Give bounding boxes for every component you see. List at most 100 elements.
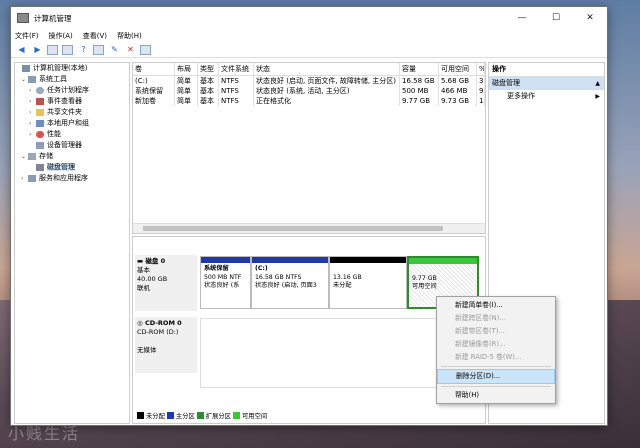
users-icon <box>36 119 44 127</box>
tree-item-disk-management[interactable]: 磁盘管理 <box>15 162 129 173</box>
disk-icon <box>36 163 44 171</box>
tree-item-device-manager[interactable]: 设备管理器 <box>15 140 129 151</box>
storage-icon <box>28 152 36 160</box>
disk-0-size: 40.00 GB <box>137 275 168 283</box>
tree-item-root[interactable]: 计算机管理(本地) <box>15 63 129 74</box>
horizontal-scrollbar[interactable] <box>133 223 485 233</box>
legend-label: 可用空间 <box>241 412 268 420</box>
chevron-right-icon[interactable]: › <box>29 107 36 118</box>
export-list-icon[interactable] <box>140 44 151 55</box>
chevron-right-icon: ▶ <box>595 93 600 100</box>
legend-swatch-primary <box>166 411 174 419</box>
column-header[interactable]: 卷 <box>133 63 175 75</box>
tree-item-shared-folders[interactable]: › 共享文件夹 <box>15 107 129 118</box>
menu-item-new-spanned-volume[interactable]: 新建跨区卷(N)... <box>437 312 555 325</box>
actions-header: 操作 <box>489 63 604 77</box>
help-icon[interactable]: ? <box>77 44 90 55</box>
disk-0-name: ▬ 磁盘 0 <box>137 257 166 265</box>
menu-item-new-mirrored-volume[interactable]: 新建镜像卷(R)... <box>437 338 555 351</box>
menu-item-new-raid5-volume[interactable]: 新建 RAID-5 卷(W)... <box>437 351 555 364</box>
column-header[interactable]: 容量 <box>400 63 439 75</box>
legend-swatch-extended <box>196 411 204 419</box>
computer-icon <box>22 64 30 72</box>
disk-0-status: 联机 <box>137 284 150 292</box>
properties-icon[interactable] <box>62 44 73 55</box>
column-header[interactable]: 可用空间 <box>439 63 477 75</box>
tree-item-local-users[interactable]: › 本地用户和组 <box>15 118 129 129</box>
cdrom-0-row: ◎ CD-ROM 0 CD-ROM (D:) 无媒体 <box>133 315 479 388</box>
toolbar: ◀ ▶ ? ✎ ✕ <box>11 42 607 58</box>
chevron-right-icon[interactable]: › <box>29 96 36 107</box>
volume-list-header: 卷 布局 类型 文件系统 状态 容量 可用空间 % <box>133 63 485 76</box>
partition-system-reserved[interactable]: 系统保留 500 MB NTF 状态良好 (系 <box>200 256 251 309</box>
chevron-right-icon[interactable]: › <box>21 173 28 184</box>
table-row[interactable]: 新加卷 简单 基本 NTFS 正在格式化 9.77 GB 9.73 GB 1 <box>133 96 485 106</box>
connect-icon[interactable]: ✎ <box>108 44 121 55</box>
center-pane: 卷 布局 类型 文件系统 状态 容量 可用空间 % (C:) 简单 基本 NTF… <box>132 62 486 424</box>
chevron-down-icon[interactable]: ⌄ <box>21 74 28 85</box>
column-header[interactable]: 类型 <box>198 63 219 75</box>
menu-separator <box>441 366 551 367</box>
chevron-right-icon[interactable]: › <box>29 85 36 96</box>
column-header[interactable]: 布局 <box>175 63 198 75</box>
maximize-button[interactable]: ☐ <box>539 7 573 29</box>
menu-separator <box>441 386 551 387</box>
tree-item-services-apps[interactable]: › 服务和应用程序 <box>15 173 129 184</box>
tree-item-task-scheduler[interactable]: › 任务计划程序 <box>15 85 129 96</box>
chevron-down-icon[interactable]: ⌄ <box>21 151 28 162</box>
column-header[interactable]: 文件系统 <box>219 63 254 75</box>
cdrom-0-name: ◎ CD-ROM 0 <box>137 319 182 327</box>
menu-item-new-striped-volume[interactable]: 新建带区卷(T)... <box>437 325 555 338</box>
menu-help[interactable]: 帮助(H) <box>117 31 142 41</box>
disk-0-row: ▬ 磁盘 0 基本 40.00 GB 联机 系统保留 500 MB NTF 状态良好… <box>133 253 479 311</box>
table-row[interactable]: (C:) 简单 基本 NTFS 状态良好 (启动, 页面文件, 故障转储, 主分… <box>133 76 485 86</box>
menu-item-help[interactable]: 帮助(H) <box>437 389 555 402</box>
column-header[interactable]: 状态 <box>254 63 400 75</box>
chevron-right-icon[interactable]: › <box>29 118 36 129</box>
title-bar: 计算机管理 — ☐ ✕ <box>11 7 607 29</box>
forward-arrow-icon[interactable]: ▶ <box>31 44 44 55</box>
menu-action[interactable]: 操作(A) <box>49 31 73 41</box>
column-header[interactable]: % <box>477 63 485 75</box>
tree-item-system-tools[interactable]: ⌄ 系统工具 <box>15 74 129 85</box>
legend: 未分配 主分区 扩展分区 可用空间 <box>135 410 267 420</box>
delete-icon[interactable]: ✕ <box>124 44 137 55</box>
disk-0-info[interactable]: ▬ 磁盘 0 基本 40.00 GB 联机 <box>135 255 197 311</box>
menu-item-new-simple-volume[interactable]: 新建简单卷(I)... <box>437 299 555 312</box>
refresh-view-icon[interactable] <box>93 44 104 55</box>
computer-management-icon <box>17 13 29 23</box>
cdrom-0-drive: CD-ROM (D:) <box>137 328 179 336</box>
volume-list: 卷 布局 类型 文件系统 状态 容量 可用空间 % (C:) 简单 基本 NTF… <box>132 62 486 234</box>
device-manager-icon <box>36 141 44 149</box>
console-tree-icon[interactable] <box>47 44 58 55</box>
close-button[interactable]: ✕ <box>573 7 607 29</box>
chevron-right-icon[interactable]: › <box>29 129 36 140</box>
event-viewer-icon <box>36 97 44 105</box>
folder-icon <box>36 108 44 116</box>
partition-c-drive[interactable]: (C:) 16.58 GB NTFS 状态良好 (启动, 页面3 <box>251 256 329 309</box>
collapse-arrow-icon[interactable]: ▲ <box>595 77 600 90</box>
cdrom-0-status: 无媒体 <box>137 346 157 354</box>
tree-item-event-viewer[interactable]: › 事件查看器 <box>15 96 129 107</box>
minimize-button[interactable]: — <box>505 7 539 29</box>
actions-section-disk-management[interactable]: 磁盘管理 ▲ <box>489 77 604 90</box>
scrollbar-thumb[interactable] <box>143 226 443 231</box>
disk-map: ▬ 磁盘 0 基本 40.00 GB 联机 系统保留 500 MB NTF 状态良好… <box>132 236 486 424</box>
back-arrow-icon[interactable]: ◀ <box>15 44 28 55</box>
legend-label: 主分区 <box>175 412 195 420</box>
services-icon <box>28 174 36 182</box>
tools-icon <box>28 75 36 83</box>
menu-view[interactable]: 查看(V) <box>83 31 107 41</box>
table-row[interactable]: 系统保留 简单 基本 NTFS 状态良好 (系统, 活动, 主分区) 500 M… <box>133 86 485 96</box>
menu-item-delete-partition[interactable]: 删除分区(D)... <box>437 369 555 384</box>
tree-item-storage[interactable]: ⌄ 存储 <box>15 151 129 162</box>
menu-file[interactable]: 文件(F) <box>15 31 39 41</box>
legend-swatch-unallocated <box>137 411 144 419</box>
more-actions-item[interactable]: 更多操作 ▶ <box>489 90 604 103</box>
partition-unallocated[interactable]: 13.16 GB 未分配 <box>329 256 407 309</box>
cdrom-0-info[interactable]: ◎ CD-ROM 0 CD-ROM (D:) 无媒体 <box>135 317 197 373</box>
tree-item-performance[interactable]: › 性能 <box>15 129 129 140</box>
legend-swatch-free <box>232 411 240 419</box>
legend-label: 未分配 <box>146 412 165 420</box>
window-title: 计算机管理 <box>34 13 72 23</box>
